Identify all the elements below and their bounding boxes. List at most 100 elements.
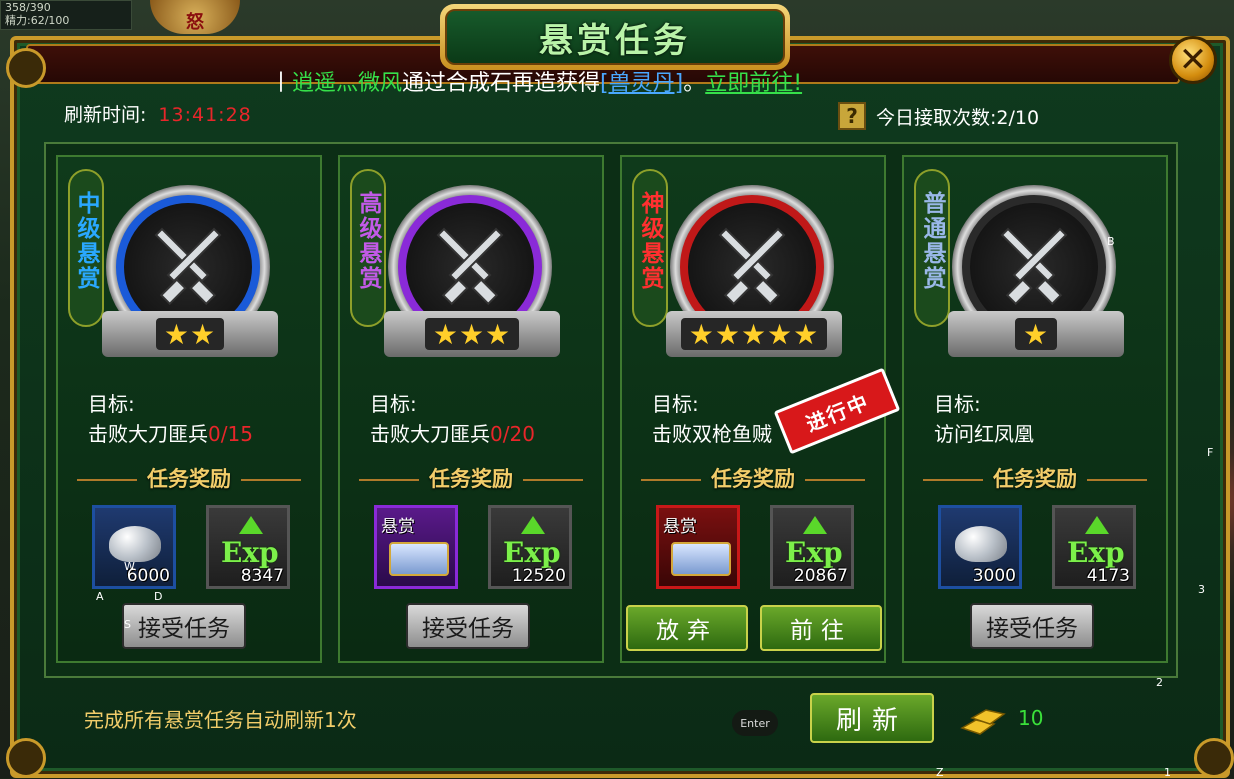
exp-reward[interactable]: Exp 8347 (206, 505, 290, 589)
hotkey-1: 1 (1164, 766, 1171, 779)
abandon-button[interactable]: 放弃 (626, 605, 748, 651)
refresh-label: 刷新时间: (64, 104, 147, 126)
reward-header: 任务奖励 (58, 463, 320, 493)
card-tag-label: 高级悬赏 (355, 191, 381, 291)
go-to-button[interactable]: 前往 (760, 605, 882, 651)
window-title: 悬赏任务 (539, 20, 691, 61)
goal-label: 目标: (88, 392, 135, 416)
treasure-chest-icon (671, 542, 731, 576)
close-button[interactable]: ✕ (1169, 36, 1217, 84)
card-goal: 目标: 访问红凤凰 (934, 389, 1034, 449)
card-tag: 高级悬赏 (350, 169, 386, 327)
card-goal: 目标: 击败大刀匪兵0/20 (370, 389, 535, 449)
hotkey-b: B (1107, 235, 1115, 248)
corner-ornament-icon (6, 738, 46, 778)
exp-up-arrow-icon (521, 516, 545, 534)
exp-reward[interactable]: Exp 4173 (1052, 505, 1136, 589)
gold-ingot-icon (960, 709, 1006, 735)
corner-ornament-icon (1194, 738, 1234, 778)
daily-count: ? 今日接取次数:2/10 (838, 102, 1039, 130)
card-tag: 神级悬赏 (632, 169, 668, 327)
enter-key-hint[interactable]: Enter (732, 710, 778, 736)
refresh-timer: 刷新时间: 13:41:28 (64, 100, 252, 127)
hotkey-w: W (124, 560, 135, 573)
card-tag-label: 普通悬赏 (919, 191, 945, 291)
exp-up-arrow-icon (1085, 516, 1109, 534)
goal-label: 目标: (652, 392, 699, 416)
card-goal: 目标: 击败双枪鱼贼 (652, 389, 772, 449)
exp-up-arrow-icon (803, 516, 827, 534)
star-rating: ★★ (102, 311, 278, 357)
goal-progress: 0/15 (208, 422, 253, 446)
go-now-link[interactable]: 立即前往! (705, 71, 802, 96)
hotkey-2: 2 (1156, 676, 1163, 689)
broadcast-player[interactable]: 逍遥灬微风 (292, 71, 402, 96)
refresh-button[interactable]: 刷新 (810, 693, 934, 743)
hotkey-f: F (1207, 446, 1214, 459)
reward-qty: 8347 (240, 566, 284, 586)
help-icon[interactable]: ? (838, 102, 866, 130)
card-tag: 中级悬赏 (68, 169, 104, 327)
star-rating: ★ (948, 311, 1124, 357)
goal-text: 击败大刀匪兵 (370, 422, 490, 446)
hotkey-d: D (154, 590, 163, 603)
reward-qty: 4173 (1086, 566, 1130, 586)
broadcast-text: 通过合成石再造获得 (402, 71, 601, 96)
hp-readout: 358/390 (5, 1, 51, 14)
hotkey-z: Z (936, 766, 944, 779)
goal-progress: 0/20 (490, 422, 535, 446)
accept-task-button[interactable]: 接受任务 (970, 603, 1094, 649)
goal-label: 目标: (370, 392, 417, 416)
exp-up-arrow-icon (239, 516, 263, 534)
chest-label: 悬赏 (381, 517, 415, 537)
star-rating: ★★★★★ (666, 311, 842, 357)
star-rating: ★★★ (384, 311, 560, 357)
bounty-card-high: 高级悬赏 ★★★ 目标: 击败大刀匪兵0/20 任务奖励 悬赏 Exp 12520 … (338, 155, 604, 663)
card-goal: 目标: 击败大刀匪兵0/15 (88, 389, 253, 449)
bounty-card-normal: 普通悬赏 ★ 目标: 访问红凤凰 任务奖励 3000 Exp 4173 接受任务 (902, 155, 1168, 663)
broadcast-dot: 。 (683, 71, 706, 96)
silver-ingot-icon (955, 526, 1007, 562)
chest-label: 悬赏 (663, 517, 697, 537)
silver-ingot-reward[interactable]: 6000 (92, 505, 176, 589)
reward-qty: 12520 (511, 566, 566, 586)
window-title-plaque: 悬赏任务 (440, 4, 790, 70)
gold-count: 10 (1018, 706, 1044, 730)
goal-label: 目标: (934, 392, 981, 416)
bounty-chest-reward[interactable]: 悬赏 (374, 505, 458, 589)
reward-header: 任务奖励 (904, 463, 1166, 493)
reward-qty: 3000 (972, 566, 1016, 586)
silver-ingot-reward[interactable]: 3000 (938, 505, 1022, 589)
auto-refresh-note: 完成所有悬赏任务自动刷新1次 (84, 708, 357, 732)
hotkey-s: S (124, 618, 131, 631)
exp-reward[interactable]: Exp 20867 (770, 505, 854, 589)
broadcast-item-link[interactable]: [兽灵丹] (600, 71, 683, 96)
broadcast-prefix: 丨 (270, 71, 293, 96)
silver-ingot-icon (109, 526, 161, 562)
card-tag-label: 中级悬赏 (73, 191, 99, 291)
system-broadcast: 丨逍遥灬微风通过合成石再造获得[兽灵丹]。立即前往! (270, 71, 802, 97)
goal-text: 击败双枪鱼贼 (652, 422, 772, 446)
exp-label: Exp (221, 536, 279, 569)
reward-header: 任务奖励 (622, 463, 884, 493)
goal-text: 击败大刀匪兵 (88, 422, 208, 446)
goal-text: 访问红凤凰 (934, 422, 1034, 446)
stamina-readout: 精力:62/100 (5, 14, 70, 27)
bounty-card-mid: 中级悬赏 ★★ 目标: 击败大刀匪兵0/15 任务奖励 6000 Exp 8347 … (56, 155, 322, 663)
accept-task-button[interactable]: 接受任务 (406, 603, 530, 649)
close-icon: ✕ (1178, 40, 1208, 80)
player-hud: 358/390 精力:62/100 (0, 0, 132, 30)
refresh-time: 13:41:28 (158, 104, 252, 126)
exp-reward[interactable]: Exp 12520 (488, 505, 572, 589)
reward-header: 任务奖励 (340, 463, 602, 493)
card-tag-label: 神级悬赏 (637, 191, 663, 291)
card-tag: 普通悬赏 (914, 169, 950, 327)
hotkey-a: A (96, 590, 104, 603)
accept-task-button[interactable]: 接受任务 (122, 603, 246, 649)
exp-label: Exp (503, 536, 561, 569)
corner-ornament-icon (6, 48, 46, 88)
exp-label: Exp (785, 536, 843, 569)
hotkey-3: 3 (1198, 583, 1205, 596)
reward-qty: 20867 (793, 566, 848, 586)
bounty-chest-reward[interactable]: 悬赏 (656, 505, 740, 589)
